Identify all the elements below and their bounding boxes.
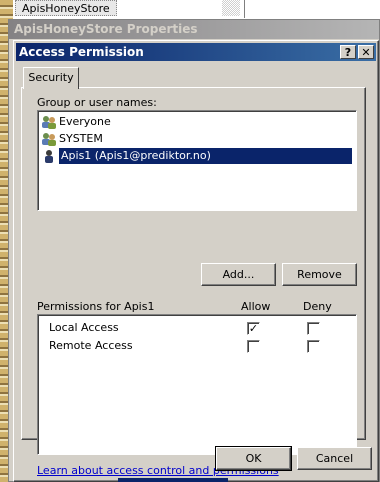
security-tab-panel: Group or user names: Everyone SYSTEM Api… [21,87,366,477]
background-scrollbar [222,0,240,16]
taskbar-edge [118,478,228,482]
remote-access-deny-checkbox[interactable] [307,340,320,353]
permissions-for-label: Permissions for Apis1 [37,300,155,313]
list-item-apis1[interactable]: Apis1 (Apis1@prediktor.no) [41,148,353,164]
local-access-allow-checkbox[interactable]: ✓ [247,322,260,335]
user-list[interactable]: Everyone SYSTEM Apis1 (Apis1@prediktor.n… [37,110,357,211]
group-icon [42,133,56,146]
permission-name-local-access: Local Access [49,321,119,334]
user-icon [45,150,53,163]
group-icon [42,116,56,129]
ok-button[interactable]: OK [215,446,292,471]
permission-name-remote-access: Remote Access [49,339,133,352]
access-permission-dialog: Access Permission ? ✕ Security Group or … [13,40,379,482]
list-item-system[interactable]: SYSTEM [41,131,103,147]
dialog-title-bar[interactable]: Access Permission ? ✕ [16,43,376,61]
tree-item-apishoneystore[interactable]: ApisHoneyStore [15,0,117,16]
user-name: SYSTEM [59,132,103,145]
group-or-user-names-label: Group or user names: [37,96,157,109]
list-item-everyone[interactable]: Everyone [41,114,111,130]
permissions-list: Local Access ✓ Remote Access [37,314,357,455]
add-button[interactable]: Add... [201,263,276,286]
local-access-deny-checkbox[interactable] [307,322,320,335]
user-name: Apis1 (Apis1@prediktor.no) [59,148,352,164]
deny-column-header: Deny [303,300,332,313]
allow-column-header: Allow [241,300,271,313]
tab-security[interactable]: Security [23,67,79,89]
background-divider [244,0,245,18]
dialog-title: Access Permission [19,45,144,59]
help-button[interactable]: ? [340,45,356,59]
remove-button[interactable]: Remove [282,263,357,286]
close-button[interactable]: ✕ [358,45,374,59]
user-name: Everyone [59,115,111,128]
remote-access-allow-checkbox[interactable] [247,340,260,353]
cancel-button[interactable]: Cancel [297,447,372,470]
properties-window-title: ApisHoneyStore Properties [9,20,379,39]
